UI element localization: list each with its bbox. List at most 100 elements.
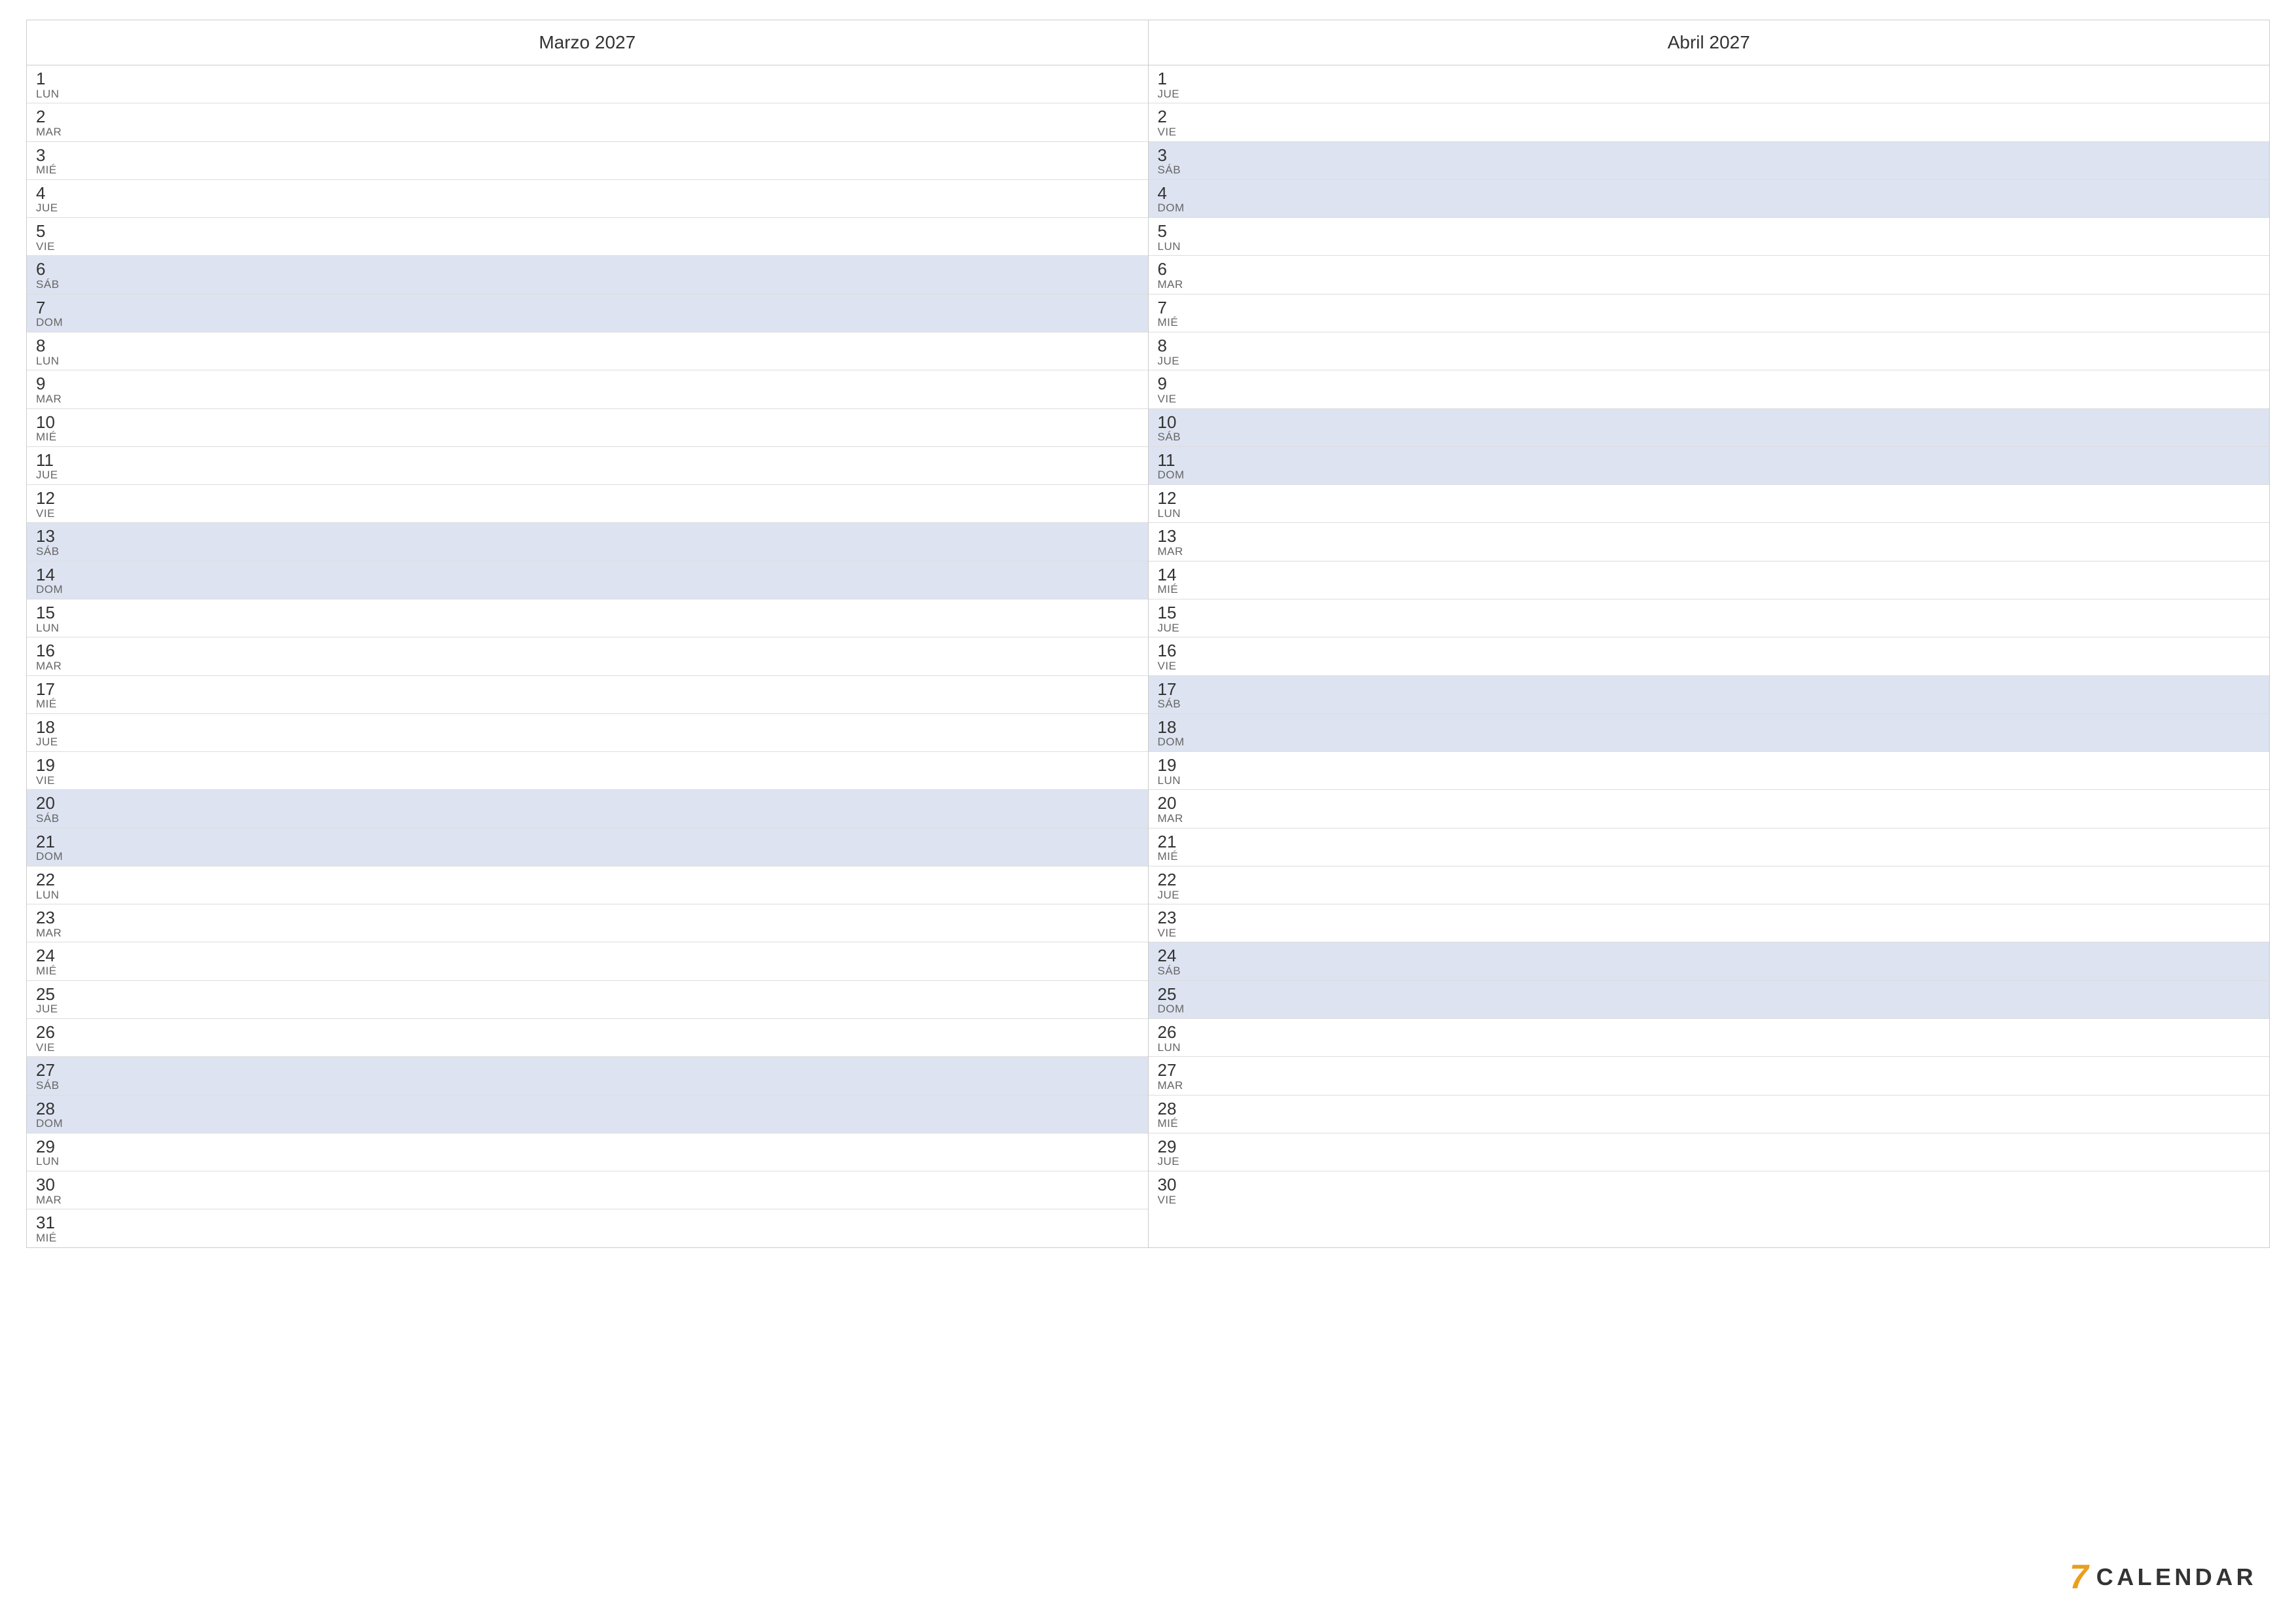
day-row: 23VIE [1149,904,2270,942]
day-row: 11DOM [1149,447,2270,485]
day-row: 9VIE [1149,370,2270,408]
day-row: 1LUN [27,65,1148,103]
day-content [79,409,1148,446]
day-number: 7 [1158,298,1167,317]
day-content [79,562,1148,599]
day-name: SÁB [36,546,60,558]
day-content [1201,752,2270,789]
day-number-cell: 23VIE [1149,904,1201,942]
day-name: JUE [36,736,58,749]
day-number: 22 [1158,870,1177,889]
day-number-cell: 12LUN [1149,485,1201,522]
day-number-cell: 24MIÉ [27,942,79,980]
day-row: 21DOM [27,829,1148,866]
day-name: MAR [1158,546,1183,558]
day-number-cell: 14DOM [27,562,79,599]
day-content [1201,485,2270,522]
day-content [79,599,1148,637]
day-row: 2VIE [1149,103,2270,141]
day-name: MAR [36,126,62,139]
day-number: 24 [36,946,55,965]
day-content [1201,409,2270,446]
day-name: LUN [1158,1042,1181,1054]
day-number: 20 [1158,794,1177,813]
day-number-cell: 30MAR [27,1171,79,1209]
day-name: JUE [36,1003,58,1016]
day-content [79,829,1148,866]
day-number-cell: 19VIE [27,752,79,789]
day-name: SÁB [36,1080,60,1092]
day-content [79,447,1148,484]
day-number-cell: 3MIÉ [27,142,79,179]
day-number: 29 [36,1137,55,1156]
day-name: LUN [36,889,60,902]
day-number: 8 [1158,336,1167,355]
day-row: 5LUN [1149,218,2270,256]
day-content [1201,790,2270,827]
day-name: DOM [36,851,63,863]
day-row: 7MIÉ [1149,294,2270,332]
day-number-cell: 17SÁB [1149,676,1201,713]
day-name: SÁB [36,279,60,291]
day-number: 28 [36,1099,55,1118]
day-row: 18JUE [27,714,1148,752]
day-content [1201,1057,2270,1094]
months-container: Marzo 20271LUN2MAR3MIÉ4JUE5VIE6SÁB7DOM8L… [26,20,2270,1248]
day-number: 11 [1158,451,1175,470]
day-row: 9MAR [27,370,1148,408]
day-number-cell: 10MIÉ [27,409,79,446]
day-content [1201,1019,2270,1056]
day-content [1201,103,2270,141]
day-name: LUN [36,622,60,635]
day-number: 7 [36,298,45,317]
day-row: 15LUN [27,599,1148,637]
day-row: 26LUN [1149,1019,2270,1057]
day-number-cell: 9VIE [1149,370,1201,408]
day-number-cell: 25JUE [27,981,79,1018]
day-content [1201,714,2270,751]
day-row: 20MAR [1149,790,2270,828]
day-number-cell: 24SÁB [1149,942,1201,980]
day-number: 16 [36,641,55,660]
day-number-cell: 3SÁB [1149,142,1201,179]
day-name: MIÉ [1158,584,1179,596]
day-number-cell: 26VIE [27,1019,79,1056]
day-row: 14MIÉ [1149,562,2270,599]
month-header-abril: Abril 2027 [1149,20,2270,65]
day-name: LUN [36,355,60,368]
day-name: MAR [36,393,62,406]
day-row: 13MAR [1149,523,2270,561]
day-content [79,752,1148,789]
day-content [79,637,1148,675]
day-number: 26 [1158,1023,1177,1042]
day-content [1201,332,2270,370]
day-row: 23MAR [27,904,1148,942]
day-name: VIE [36,241,55,253]
day-content [1201,1096,2270,1133]
day-content [79,370,1148,408]
day-row: 28DOM [27,1096,1148,1133]
day-number-cell: 22LUN [27,866,79,904]
day-number: 17 [1158,680,1177,699]
day-content [79,218,1148,255]
day-row: 24MIÉ [27,942,1148,980]
day-name: JUE [1158,1156,1180,1168]
day-name: JUE [1158,355,1180,368]
day-row: 22LUN [27,866,1148,904]
day-number: 22 [36,870,55,889]
month-header-marzo: Marzo 2027 [27,20,1148,65]
day-row: 21MIÉ [1149,829,2270,866]
day-name: VIE [1158,393,1177,406]
day-number-cell: 19LUN [1149,752,1201,789]
day-number-cell: 7DOM [27,294,79,332]
day-name: SÁB [1158,965,1181,978]
day-number: 13 [36,527,55,546]
day-row: 18DOM [1149,714,2270,752]
day-row: 4DOM [1149,180,2270,218]
day-name: DOM [36,317,63,329]
day-content [1201,676,2270,713]
day-number-cell: 11DOM [1149,447,1201,484]
day-number-cell: 1LUN [27,65,79,103]
day-number: 1 [1158,69,1167,88]
day-number-cell: 30VIE [1149,1171,1201,1209]
